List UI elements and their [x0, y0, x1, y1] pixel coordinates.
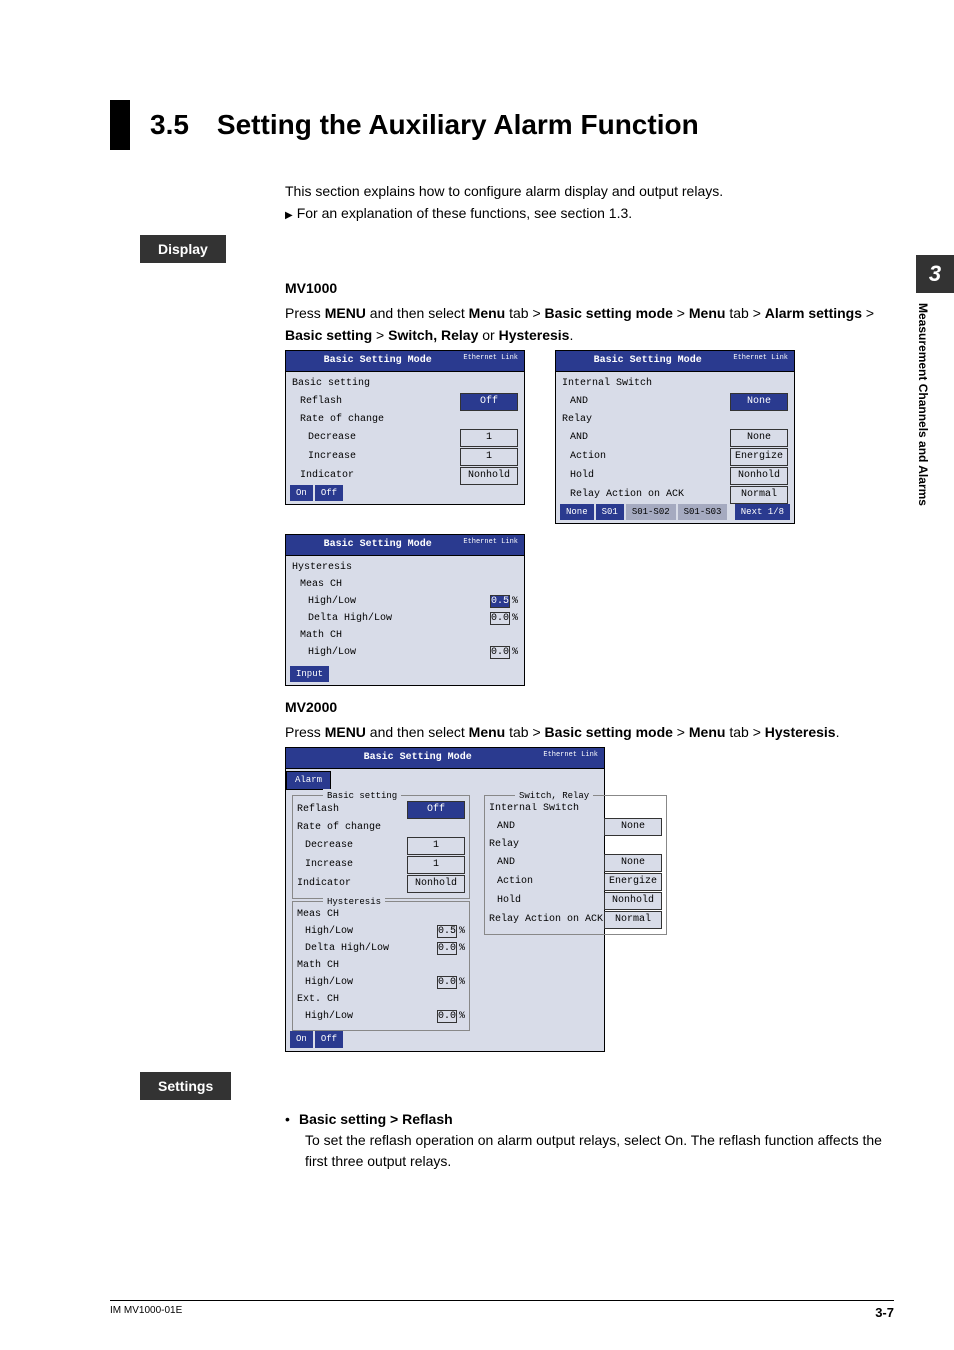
mv2-meas-hl-field[interactable]: 0.5: [437, 925, 457, 938]
relay-hold-field[interactable]: Nonhold: [730, 467, 788, 485]
setting-reflash-body: To set the reflash operation on alarm ou…: [305, 1130, 894, 1172]
meas-highlow-field[interactable]: 0.5: [490, 595, 510, 608]
setting-reflash-title: •Basic setting > Reflash: [285, 1108, 894, 1130]
indicator-field[interactable]: Nonhold: [460, 467, 518, 485]
mv2000-header: MV2000: [285, 696, 894, 718]
mv2-math-hl-field[interactable]: 0.0: [437, 976, 457, 989]
mv1000-header: MV1000: [285, 277, 894, 299]
settings-tab: Settings: [140, 1072, 231, 1100]
softkey-input[interactable]: Input: [290, 666, 329, 682]
mv1000-instructions: Press MENU and then select Menu tab > Ba…: [285, 302, 894, 347]
mv1000-hysteresis-screen: Basic Setting ModeEthernet Link Hysteres…: [285, 534, 525, 686]
softkey-on[interactable]: On: [290, 485, 313, 501]
internal-and-field[interactable]: None: [730, 393, 788, 411]
mv2-ext-hl-field[interactable]: 0.0: [437, 1010, 457, 1023]
mv2-rack-field[interactable]: Normal: [604, 911, 662, 929]
section-title-block: 3.5 Setting the Auxiliary Alarm Function: [110, 100, 894, 150]
mv2-decrease-field[interactable]: 1: [407, 837, 465, 855]
page-footer: IM MV1000-01E 3-7: [110, 1300, 894, 1320]
footer-page-number: 3-7: [875, 1305, 894, 1320]
mv2-indicator-field[interactable]: Nonhold: [407, 875, 465, 893]
mv1000-basic-setting-screen: Basic Setting ModeEthernet Link Basic se…: [285, 350, 525, 524]
softkey-s01-s02[interactable]: S01-S02: [626, 504, 676, 520]
mv2000-instructions: Press MENU and then select Menu tab > Ba…: [285, 721, 894, 743]
mv1000-switch-relay-screen: Basic Setting ModeEthernet Link Internal…: [555, 350, 795, 524]
softkey-s01[interactable]: S01: [596, 504, 624, 520]
intro-line-2: For an explanation of these functions, s…: [285, 202, 894, 224]
softkey-s01-s03[interactable]: S01-S03: [678, 504, 728, 520]
alarm-tab[interactable]: Alarm: [286, 771, 331, 789]
section-title: 3.5 Setting the Auxiliary Alarm Function: [150, 109, 699, 141]
mv2-meas-dhl-field[interactable]: 0.0: [437, 942, 457, 955]
relay-ack-field[interactable]: Normal: [730, 486, 788, 504]
mv2-reflash-field[interactable]: Off: [407, 801, 465, 819]
display-tab: Display: [140, 235, 226, 263]
math-highlow-field[interactable]: 0.0: [490, 646, 510, 659]
mv2-increase-field[interactable]: 1: [407, 856, 465, 874]
mv2000-screen: Basic Setting ModeEthernet Link Alarm Ba…: [285, 747, 605, 1051]
footer-doc-id: IM MV1000-01E: [110, 1305, 182, 1320]
softkey-next[interactable]: Next 1/8: [735, 504, 790, 520]
softkey-off[interactable]: Off: [315, 485, 343, 501]
relay-and-field[interactable]: None: [730, 429, 788, 447]
relay-action-field[interactable]: Energize: [730, 448, 788, 466]
title-bar-icon: [110, 100, 130, 150]
mv2-relay-and-field[interactable]: None: [604, 854, 662, 872]
mv2-softkey-off[interactable]: Off: [315, 1031, 343, 1047]
mv2-action-field[interactable]: Energize: [604, 873, 662, 891]
mv2-hold-field[interactable]: Nonhold: [604, 892, 662, 910]
mv2-softkey-on[interactable]: On: [290, 1031, 313, 1047]
intro-line-1: This section explains how to configure a…: [285, 180, 894, 202]
increase-field[interactable]: 1: [460, 448, 518, 466]
mv2-int-and-field[interactable]: None: [604, 818, 662, 836]
decrease-field[interactable]: 1: [460, 429, 518, 447]
softkey-none[interactable]: None: [560, 504, 594, 520]
reflash-field[interactable]: Off: [460, 393, 518, 411]
meas-delta-field[interactable]: 0.0: [490, 612, 510, 625]
